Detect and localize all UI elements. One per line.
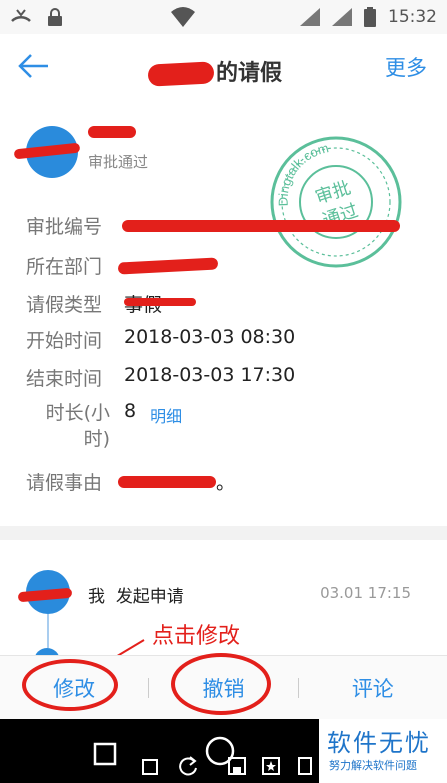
annotation-text: 点击修改 xyxy=(152,624,241,649)
highlight-circle xyxy=(22,658,118,711)
rotate-icon[interactable] xyxy=(178,755,198,777)
system-nav-bar: 软件无忧 努力解决软件问题 xyxy=(0,719,447,783)
recent-apps-icon[interactable] xyxy=(296,757,314,775)
detail-link[interactable]: 明细 xyxy=(150,400,182,452)
field-label: 审批编号 xyxy=(26,216,103,238)
status-bar: 15:32 xyxy=(0,0,447,34)
redaction-mark xyxy=(118,476,216,488)
back-arrow-icon xyxy=(18,54,48,78)
approval-status: 审批通过 xyxy=(88,153,149,171)
redaction-mark xyxy=(117,257,219,275)
more-button[interactable]: 更多 xyxy=(385,52,427,82)
section-divider xyxy=(0,526,447,540)
screenshot-icon[interactable] xyxy=(140,757,160,777)
field-label: 请假事由 xyxy=(26,472,103,494)
highlight-circle xyxy=(171,652,272,715)
approval-flow: 我 发起申请 03.01 17:15 点击修改 xyxy=(0,540,447,671)
save-icon[interactable] xyxy=(228,757,246,775)
back-square-icon[interactable] xyxy=(92,741,118,767)
signal-icon-2 xyxy=(332,8,352,26)
revoke-button[interactable]: 撤销 xyxy=(149,652,297,715)
title-text: 的请假 xyxy=(216,61,283,86)
comment-button[interactable]: 评论 xyxy=(299,673,447,703)
redaction-mark xyxy=(124,298,196,306)
nav-bar: 的请假 更多 xyxy=(0,34,447,104)
field-label: 开始时间 xyxy=(26,330,103,352)
approved-stamp: Dingtalk.com 审批 通过 xyxy=(270,136,402,268)
status-time: 15:32 xyxy=(388,7,437,27)
wifi-icon xyxy=(171,7,195,27)
duration-value: 8 xyxy=(124,400,137,422)
site-watermark: 软件无忧 努力解决软件问题 xyxy=(319,719,447,783)
redaction-mark xyxy=(88,126,136,138)
flow-connector xyxy=(47,614,49,648)
watermark-title: 软件无忧 xyxy=(327,729,431,757)
field-row-duration: 时长(小 时) 8 明细 xyxy=(26,400,183,452)
signal-icon xyxy=(300,8,320,26)
flow-step: 我 发起申请 xyxy=(88,587,184,607)
approval-card: 审批通过 Dingtalk.com 审批 通过 审批编号 所在部门 请假类型 事… xyxy=(0,104,447,524)
field-row-end-time: 结束时间 2018-03-03 17:30 xyxy=(26,364,295,391)
page-title: 的请假 xyxy=(147,55,283,87)
duration-label: 时长(小 时) xyxy=(45,402,110,450)
field-value: 2018-03-03 08:30 xyxy=(124,326,296,348)
field-row-start-time: 开始时间 2018-03-03 08:30 xyxy=(26,326,295,353)
modify-button[interactable]: 修改 xyxy=(0,658,148,711)
action-toolbar: 修改 撤销 评论 xyxy=(0,652,447,719)
back-button[interactable] xyxy=(14,48,54,84)
battery-icon xyxy=(364,7,376,27)
field-value: 2018-03-03 17:30 xyxy=(124,364,296,386)
field-row-approval-no: 审批编号 xyxy=(26,212,124,239)
missed-call-icon xyxy=(11,9,31,22)
field-label: 请假类型 xyxy=(26,294,103,316)
field-row-department: 所在部门 xyxy=(26,252,124,279)
lock-icon xyxy=(48,8,62,26)
star-icon[interactable] xyxy=(262,757,280,775)
flow-time: 03.01 17:15 xyxy=(320,584,411,602)
field-label: 结束时间 xyxy=(26,368,103,390)
watermark-subtitle: 努力解决软件问题 xyxy=(329,759,417,772)
redaction-mark xyxy=(122,220,400,232)
redaction-mark xyxy=(147,61,215,87)
field-label: 所在部门 xyxy=(26,256,103,278)
